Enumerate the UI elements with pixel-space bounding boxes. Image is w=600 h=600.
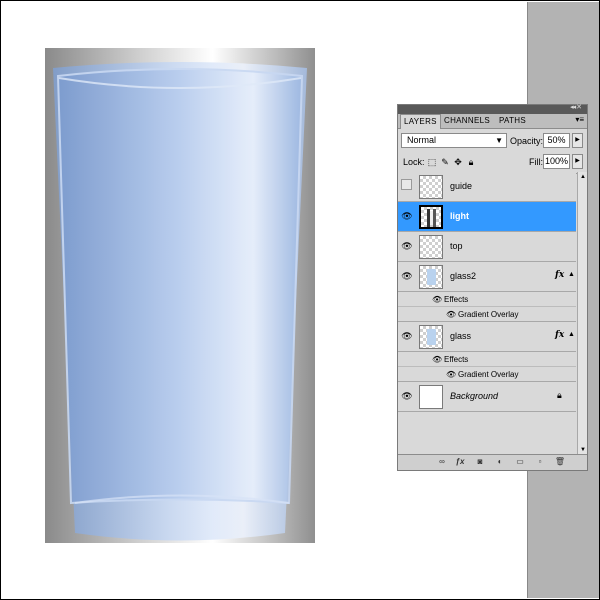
glass-illustration	[45, 48, 315, 543]
expand-arrow-icon[interactable]: ▲	[568, 271, 575, 278]
eye-icon[interactable]: 👁︎	[401, 330, 413, 342]
eye-icon[interactable]: 👁︎	[432, 292, 442, 307]
panel-bottom-toolbar: ∞ ƒx ◙ ◐ ▭ ▫ 🗑︎	[398, 454, 587, 470]
layers-list: guide 👁︎ light 👁︎ top 👁︎ glass2 fx ▲ 👁︎ …	[398, 172, 576, 455]
layer-thumbnail	[419, 265, 443, 289]
gradient-overlay-row[interactable]: 👁︎ Gradient Overlay	[398, 307, 576, 322]
mask-icon[interactable]: ◙	[474, 457, 486, 466]
opacity-label: Opacity:	[510, 136, 544, 146]
move-icon[interactable]: ✥	[453, 157, 463, 167]
layer-thumbnail	[419, 385, 443, 409]
tab-layers[interactable]: LAYERS	[400, 114, 441, 129]
panel-title-bar[interactable]: ◂◂ ✕	[398, 103, 587, 114]
gradient-overlay-label: Gradient Overlay	[458, 310, 519, 319]
layer-row-guide[interactable]: guide	[398, 172, 576, 202]
eye-icon[interactable]: 👁︎	[401, 240, 413, 252]
eye-icon[interactable]: 👁︎	[446, 367, 456, 382]
link-icon[interactable]: ∞	[436, 457, 448, 466]
lock-icon: 🔒︎	[557, 390, 562, 400]
lock-all-icon[interactable]: 🔒︎	[466, 157, 476, 167]
layer-row-background[interactable]: 👁︎ Background 🔒︎	[398, 382, 576, 412]
layer-name: light	[450, 211, 469, 221]
eye-icon[interactable]: 👁︎	[401, 210, 413, 222]
new-layer-icon[interactable]: ▫	[534, 457, 546, 466]
scroll-down-icon[interactable]: ▼	[580, 447, 586, 453]
layer-thumbnail	[419, 235, 443, 259]
fx-icon[interactable]: fx	[555, 270, 564, 280]
panel-menu-icon[interactable]: ▾≡	[575, 115, 584, 124]
lock-label: Lock:	[403, 157, 425, 167]
trash-icon[interactable]: 🗑︎	[554, 457, 566, 466]
layer-thumbnail	[419, 325, 443, 349]
opacity-slider-button[interactable]: ▶	[572, 133, 583, 148]
panel-tabs: LAYERS CHANNELS PATHS ▾≡	[398, 114, 587, 129]
layers-panel: ◂◂ ✕ LAYERS CHANNELS PATHS ▾≡ Normal ▼ O…	[397, 104, 588, 471]
tab-channels[interactable]: CHANNELS	[441, 114, 493, 128]
opacity-input[interactable]: 50%	[543, 133, 570, 148]
layer-name: guide	[450, 181, 473, 191]
effects-label: Effects	[444, 295, 469, 304]
layer-name: glass2	[450, 271, 477, 281]
fill-label: Fill:	[529, 157, 543, 167]
eye-icon[interactable]: 👁︎	[446, 307, 456, 322]
lock-transparent-icon[interactable]: ⬚	[427, 157, 437, 167]
layer-name: Background	[450, 391, 499, 401]
layers-scrollbar[interactable]: ▲ ▼	[577, 172, 587, 455]
layer-row-glass[interactable]: 👁︎ glass fx ▲	[398, 322, 576, 352]
scroll-up-icon[interactable]: ▲	[580, 174, 586, 180]
tab-paths[interactable]: PATHS	[496, 114, 529, 128]
collapse-icon[interactable]: ◂◂ ✕	[570, 103, 582, 111]
fx-icon[interactable]: ƒx	[454, 457, 466, 466]
dropdown-arrow-icon: ▼	[495, 136, 503, 145]
fx-icon[interactable]: fx	[555, 330, 564, 340]
blend-mode-value: Normal	[407, 135, 437, 145]
layer-thumbnail	[419, 205, 443, 229]
layer-thumbnail	[419, 175, 443, 199]
effects-label: Effects	[444, 355, 469, 364]
effects-row[interactable]: 👁︎ Effects	[398, 292, 576, 307]
eye-icon[interactable]: 👁︎	[432, 352, 442, 367]
document-window: ◂◂ ✕ LAYERS CHANNELS PATHS ▾≡ Normal ▼ O…	[0, 0, 600, 600]
gradient-overlay-label: Gradient Overlay	[458, 370, 519, 379]
expand-arrow-icon[interactable]: ▲	[568, 331, 575, 338]
effects-row[interactable]: 👁︎ Effects	[398, 352, 576, 367]
layer-name: glass	[450, 331, 472, 341]
folder-icon[interactable]: ▭	[514, 457, 526, 466]
adjustment-icon[interactable]: ◐	[494, 457, 506, 466]
layer-row-light[interactable]: 👁︎ light	[398, 202, 576, 232]
eye-icon[interactable]: 👁︎	[401, 390, 413, 402]
brush-icon[interactable]: ✎	[440, 157, 450, 167]
light-thumbnail-art	[427, 209, 436, 227]
visibility-toggle-empty[interactable]	[401, 179, 412, 190]
layer-row-glass2[interactable]: 👁︎ glass2 fx ▲	[398, 262, 576, 292]
fill-input[interactable]: 100%	[543, 154, 570, 169]
gradient-overlay-row[interactable]: 👁︎ Gradient Overlay	[398, 367, 576, 382]
canvas-artwork[interactable]	[45, 48, 315, 543]
fill-slider-button[interactable]: ▶	[572, 154, 583, 169]
layer-name: top	[450, 241, 463, 251]
layer-row-top[interactable]: 👁︎ top	[398, 232, 576, 262]
blend-mode-select[interactable]: Normal ▼	[401, 133, 507, 148]
eye-icon[interactable]: 👁︎	[401, 270, 413, 282]
